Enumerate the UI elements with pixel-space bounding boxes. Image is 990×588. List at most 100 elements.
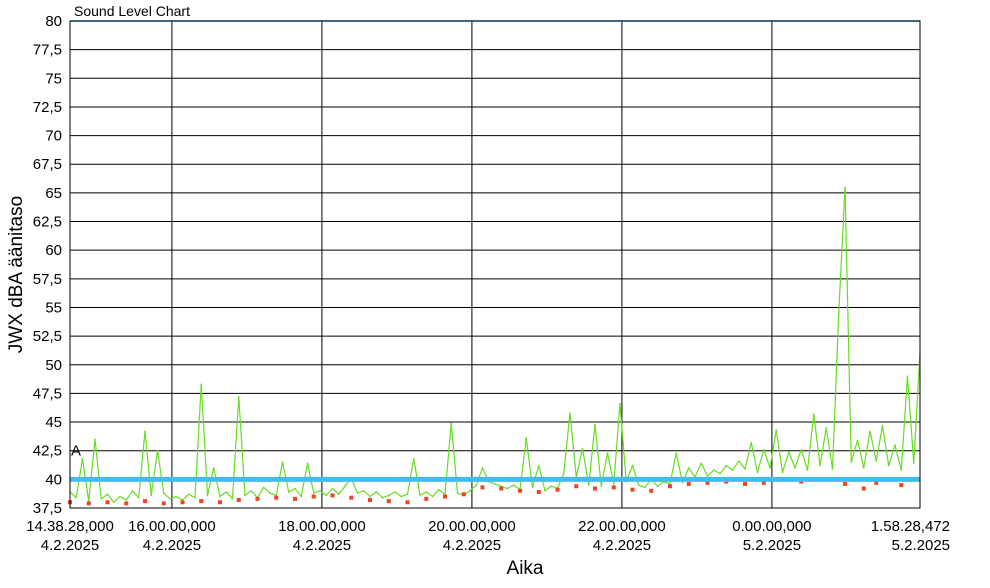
x-tick-label: 22.00.00,000 (578, 518, 666, 535)
series-segment (819, 427, 827, 466)
series-segment (613, 403, 621, 484)
series-point (381, 496, 384, 499)
series-point (844, 186, 846, 188)
series-marker (686, 481, 691, 486)
series-point (94, 438, 96, 441)
series-point (719, 472, 721, 475)
series-segment (588, 424, 596, 486)
series-point (219, 495, 221, 498)
series-segment (475, 467, 484, 486)
series-point (144, 430, 146, 433)
series-segment (875, 425, 884, 462)
y-tick-label: 70 (45, 128, 62, 145)
series-point (369, 495, 371, 498)
series-segment (263, 486, 271, 494)
x-tick-date-label: 5.2.2025 (892, 537, 950, 554)
series-segment (825, 427, 834, 470)
series-segment (756, 449, 765, 473)
series-point (794, 467, 796, 469)
series-segment (544, 485, 552, 492)
series-point (331, 487, 334, 490)
series-point (881, 424, 884, 427)
series-segment (313, 490, 321, 494)
series-segment (863, 431, 871, 468)
series-point (581, 447, 584, 450)
series-marker (405, 500, 410, 505)
series-point (562, 472, 565, 475)
series-segment (663, 481, 671, 485)
series-point (437, 488, 440, 491)
series-point (700, 462, 703, 465)
series-point (875, 460, 878, 462)
series-point (387, 494, 390, 497)
y-tick-label: 60 (45, 242, 62, 259)
series-segment (369, 491, 377, 498)
series-segment (150, 450, 159, 496)
series-point (112, 501, 115, 504)
series-point (819, 464, 821, 467)
series-marker (161, 501, 166, 506)
series-point (306, 462, 309, 465)
series-point (781, 471, 784, 474)
series-segment (182, 493, 190, 501)
series-segment (375, 491, 383, 499)
series-point (319, 490, 321, 492)
series-marker (424, 496, 429, 501)
series-segment (688, 467, 696, 478)
green-series (69, 186, 921, 504)
x-tick-label: 14.38.28,000 (26, 518, 114, 535)
series-point (862, 467, 865, 469)
series-point (481, 467, 484, 469)
x-tick-date-label: 4.2.2025 (293, 537, 351, 554)
y-tick-label: 80 (45, 13, 62, 30)
series-marker (293, 496, 297, 501)
series-point (156, 449, 159, 452)
series-marker (386, 499, 391, 504)
series-point (394, 491, 396, 493)
series-marker (743, 481, 747, 486)
series-point (831, 468, 834, 470)
x-tick-label: 20.00.00,000 (428, 518, 516, 535)
series-point (281, 461, 284, 463)
series-marker (124, 501, 129, 506)
series-point (244, 494, 246, 497)
series-segment (119, 496, 127, 501)
series-point (456, 492, 459, 494)
series-point (656, 485, 659, 488)
series-segment (469, 484, 477, 492)
series-point (869, 430, 871, 433)
series-point (269, 492, 271, 494)
series-point (250, 490, 253, 492)
series-segment (631, 465, 640, 486)
y-tick-label: 52,5 (33, 328, 62, 345)
y-tick-label: 42,5 (33, 443, 62, 460)
series-segment (338, 485, 346, 495)
series-point (806, 469, 809, 471)
x-tick-date-label: 4.2.2025 (443, 537, 501, 554)
y-tick-label: 75 (45, 70, 62, 87)
series-point (787, 451, 790, 453)
series-segment (869, 431, 877, 462)
series-segment (738, 460, 746, 470)
x-tick-date-label: 5.2.2025 (743, 537, 801, 554)
series-segment (850, 440, 859, 463)
series-marker (199, 499, 204, 504)
series-point (550, 485, 553, 488)
series-point (825, 426, 828, 429)
series-segment (88, 439, 96, 502)
series-segment (763, 449, 771, 469)
series-point (137, 496, 140, 499)
y-tick-label: 77,5 (33, 42, 62, 59)
series-point (187, 493, 190, 496)
series-segment (707, 469, 715, 477)
plot-frame (69, 20, 921, 509)
series-point (900, 469, 903, 471)
y-tick-label: 57,5 (33, 271, 62, 288)
series-point (412, 457, 415, 460)
series-marker (330, 493, 335, 498)
series-point (894, 444, 896, 446)
series-segment (488, 481, 496, 485)
series-point (512, 484, 515, 486)
series-point (725, 464, 728, 467)
series-marker (899, 483, 904, 488)
